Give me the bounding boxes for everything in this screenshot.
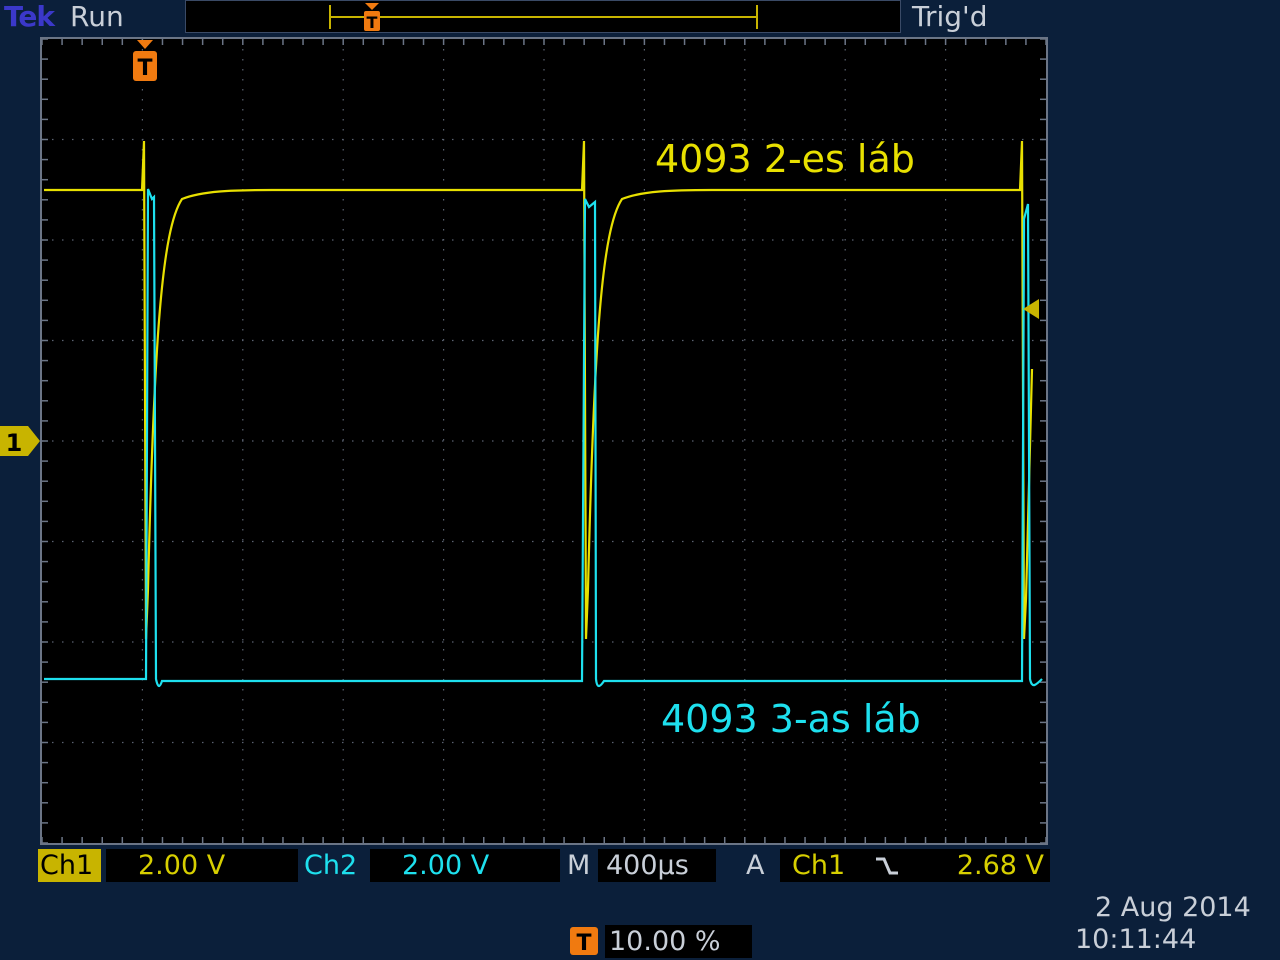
ch1-ground-marker-text: 1 — [6, 429, 23, 457]
record-line — [331, 16, 756, 18]
date-readout: 2 Aug 2014 — [1095, 892, 1251, 923]
falling-edge-icon — [876, 857, 898, 875]
ch2-waveform — [44, 188, 1043, 688]
trigger-marker-text: T — [137, 56, 152, 81]
ch1-trace-label: 4093 2-es láb — [655, 137, 915, 181]
timebase-readout: 400µs — [598, 849, 716, 882]
trigger-position-marker[interactable]: T — [131, 40, 159, 86]
ch2-scale-readout: 2.00 V — [370, 849, 560, 882]
timebase-tag: M — [565, 849, 595, 882]
ch2-button[interactable]: Ch2 — [302, 849, 365, 882]
trigger-readout: Ch1 2.68 V — [780, 849, 1050, 882]
ch1-waveform — [44, 140, 1034, 640]
record-length-bar: T — [185, 0, 901, 33]
brand-logo: Tek — [4, 0, 55, 33]
trigger-level-marker[interactable] — [1021, 297, 1045, 321]
trigger-position-icon: T — [570, 927, 598, 955]
record-trigger-icon: T — [364, 3, 380, 32]
trigger-source: Ch1 — [792, 850, 846, 881]
acquisition-status: Run — [70, 0, 124, 33]
trigger-mode-tag: A — [742, 849, 774, 882]
ch1-button[interactable]: Ch1 — [38, 849, 101, 882]
trigger-level: 2.68 V — [956, 850, 1044, 881]
svg-text:T: T — [576, 931, 591, 955]
ch2-trace-label: 4093 3-as láb — [661, 697, 921, 741]
ch1-ground-marker[interactable]: 1 — [0, 424, 42, 458]
trigger-status: Trig'd — [912, 0, 988, 33]
ch1-scale-readout: 2.00 V — [106, 849, 298, 882]
svg-text:T: T — [367, 13, 378, 32]
record-view-window — [329, 5, 758, 29]
trigger-position-readout: 10.00 % — [605, 925, 752, 958]
time-readout: 10:11:44 — [1075, 924, 1197, 955]
